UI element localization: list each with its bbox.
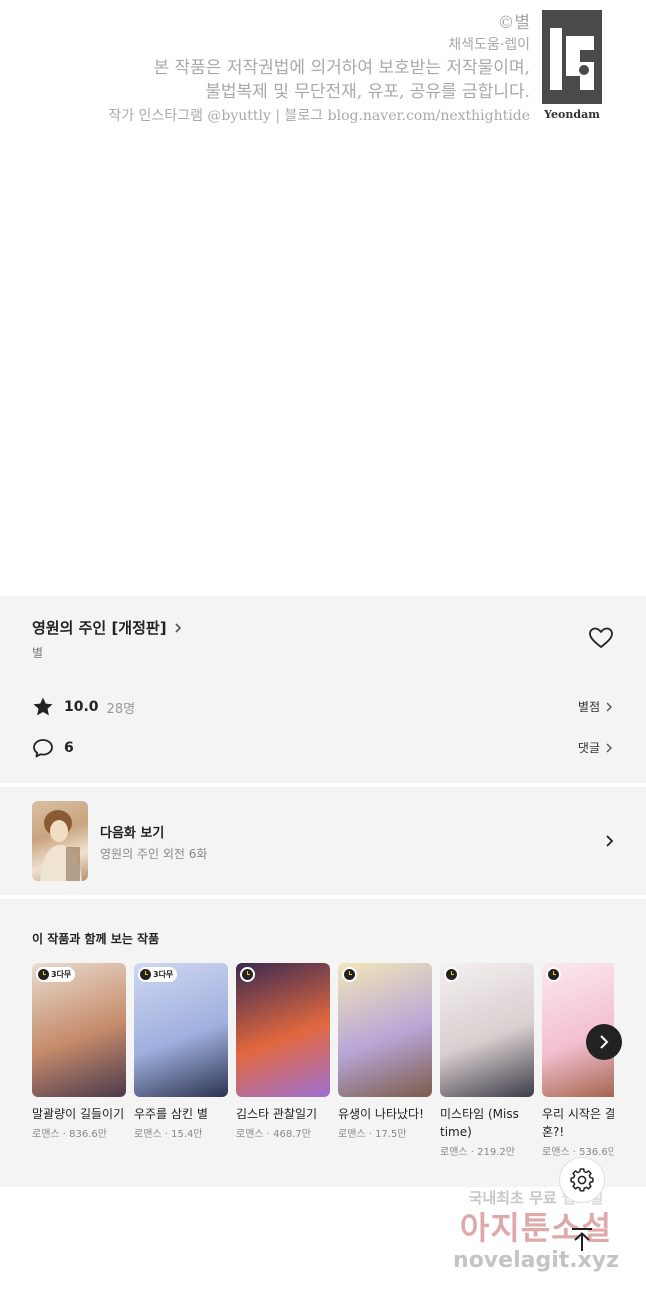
recommendation-card[interactable]: 3다무 우주를 삼킨 별 로맨스 · 15.4만	[134, 963, 228, 1140]
rating-count: 28명	[106, 701, 136, 717]
next-episode-card[interactable]: 다음화 보기 영원의 주인 외전 6화	[0, 787, 646, 895]
settings-button[interactable]	[559, 1157, 605, 1203]
copyright-protection-text: 본 작품은 저작권법에 의거하여 보호받는 저작물이며,	[153, 58, 530, 78]
recommendation-meta: 로맨스 · 836.6만	[32, 1129, 107, 1140]
carousel-next-button[interactable]	[586, 1024, 622, 1060]
work-author: 별	[32, 646, 44, 660]
yeondam-logo-icon	[550, 28, 594, 90]
wait-free-badge-label: 3다무	[51, 970, 72, 979]
work-title-link[interactable]: 영원의 주인 [개정판]	[32, 617, 185, 638]
comment-bubble-icon	[33, 739, 53, 758]
thumbnail-illustration	[40, 810, 82, 881]
recommendation-meta: 로맨스 · 468.7만	[236, 1129, 311, 1140]
work-info-panel: 영원의 주인 [개정판] 별 10.0 28명 별점 6 댓글	[0, 596, 646, 783]
next-episode-thumbnail	[32, 801, 88, 881]
recommendation-title: 우주를 삼킨 별	[134, 1107, 208, 1121]
work-title: 영원의 주인 [개정판]	[32, 619, 167, 637]
publisher-logo: Yeondam	[542, 10, 602, 122]
clock-icon	[446, 969, 457, 980]
site-watermark: 국내최초 무료 웹소설 아지툰소설 novelagit.xyz	[446, 1188, 626, 1274]
copyright-author: ©별	[497, 13, 530, 33]
recommendation-meta: 로맨스 · 15.4만	[134, 1129, 203, 1140]
chevron-right-icon	[606, 702, 612, 711]
gear-icon	[570, 1168, 594, 1192]
clock-icon	[344, 969, 355, 980]
wait-free-badge	[240, 967, 255, 982]
recommendation-cover	[338, 963, 432, 1097]
watermark-tagline-a: 국내최초 무료	[468, 1189, 557, 1207]
recommendation-meta: 로맨스 · 536.6만	[542, 1147, 614, 1158]
rate-button[interactable]: 별점	[578, 698, 614, 715]
recommendation-title: 김스타 관찰일기	[236, 1107, 318, 1121]
recommendation-title: 유생이 나타났다!	[338, 1107, 424, 1121]
recommendation-meta: 로맨스 · 219.2만	[440, 1147, 515, 1158]
recommendation-meta: 로맨스 · 17.5만	[338, 1129, 407, 1140]
chevron-right-icon	[606, 743, 612, 752]
wait-free-badge-label: 3다무	[153, 970, 174, 979]
wait-free-badge	[546, 967, 561, 982]
comment-count: 6	[64, 740, 74, 756]
copyright-social-links: 작가 인스타그램 @byuttly | 블로그 blog.naver.com/n…	[108, 108, 530, 124]
copyright-prohibition-text: 불법복제 및 무단전재, 유포, 공유를 금합니다.	[205, 82, 530, 102]
recommendation-cover	[236, 963, 330, 1097]
wait-free-badge: 3다무	[138, 967, 178, 982]
next-episode-label: 다음화 보기	[100, 826, 165, 841]
star-icon	[33, 697, 53, 716]
comments-button-label: 댓글	[577, 741, 600, 755]
recommendation-card[interactable]: 유생이 나타났다! 로맨스 · 17.5만	[338, 963, 432, 1140]
scroll-to-top-icon[interactable]	[567, 1225, 597, 1255]
recommendation-title: 말괄량이 길들이기	[32, 1107, 125, 1121]
next-episode-title: 영원의 주인 외전 6화	[100, 847, 208, 861]
rating-score: 10.0	[64, 699, 99, 715]
recommendation-cover: 3다무	[134, 963, 228, 1097]
episode-end-image: ©별 채색도움·렙이 본 작품은 저작권법에 의거하여 보호받는 저작물이며, …	[0, 0, 646, 596]
watermark-brand: 아지툰소설	[459, 1209, 613, 1247]
watermark-domain: novelagit.xyz	[453, 1248, 619, 1273]
rate-button-label: 별점	[577, 700, 600, 714]
chevron-right-icon	[600, 1035, 609, 1049]
clock-icon	[140, 969, 151, 980]
recommendation-card[interactable]: 미스타임 (Miss time) 로맨스 · 219.2만	[440, 963, 534, 1158]
recommendation-title: 미스타임 (Miss time)	[440, 1107, 519, 1139]
clock-icon	[38, 969, 49, 980]
rating-summary: 10.0 28명	[32, 696, 135, 718]
wait-free-badge	[342, 967, 357, 982]
recommendation-cover: 3다무	[32, 963, 126, 1097]
chevron-right-icon	[174, 622, 181, 633]
recommendation-carousel: 3다무 말괄량이 길들이기 로맨스 · 836.6만 3다무 우주를 삼킨 별 …	[32, 963, 614, 1183]
publisher-logo-label: Yeondam	[544, 108, 600, 121]
copyright-color-assist: 채색도움·렙이	[448, 37, 530, 53]
wait-free-badge: 3다무	[36, 967, 76, 982]
comments-button[interactable]: 댓글	[578, 739, 614, 756]
copyright-notice: ©별 채색도움·렙이 본 작품은 저작권법에 의거하여 보호받는 저작물이며, …	[108, 12, 530, 128]
recommendation-card[interactable]: 3다무 말괄량이 길들이기 로맨스 · 836.6만	[32, 963, 126, 1140]
recommendations-heading: 이 작품과 함께 보는 작품	[32, 932, 160, 946]
favorite-heart-icon[interactable]	[588, 626, 614, 650]
chevron-right-icon	[606, 835, 614, 847]
recommendation-card[interactable]: 김스타 관찰일기 로맨스 · 468.7만	[236, 963, 330, 1140]
wait-free-badge	[444, 967, 459, 982]
recommendation-title: 우리 시작은 결혼?!	[542, 1107, 614, 1139]
clock-icon	[548, 969, 559, 980]
comment-summary: 6	[32, 737, 74, 759]
recommendations-section: 이 작품과 함께 보는 작품 3다무 말괄량이 길들이기 로맨스 · 836.6…	[0, 899, 646, 1187]
recommendation-card[interactable]: 우리 시작은 결혼?! 로맨스 · 536.6만	[542, 963, 614, 1158]
clock-icon	[242, 969, 253, 980]
recommendation-cover	[440, 963, 534, 1097]
